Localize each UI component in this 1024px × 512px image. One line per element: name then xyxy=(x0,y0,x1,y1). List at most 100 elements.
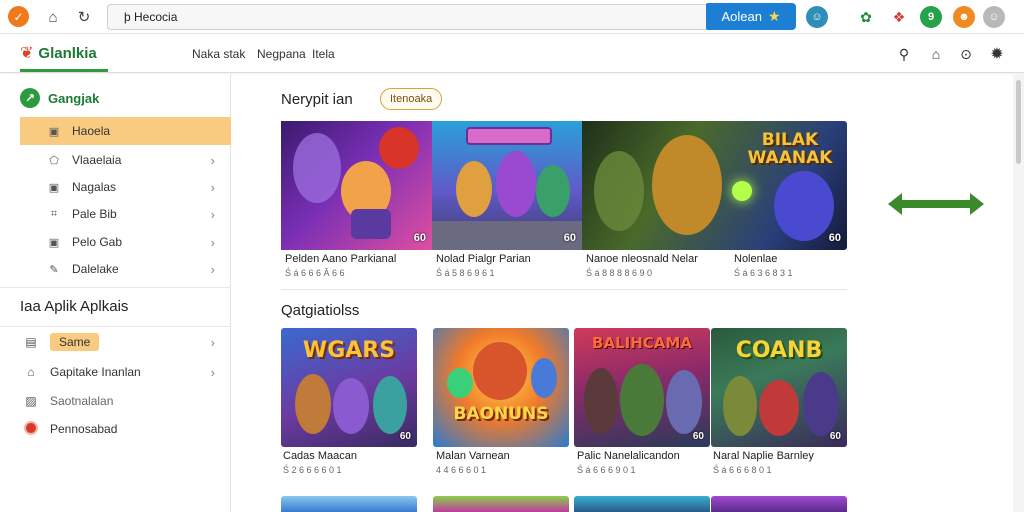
sidebar-section-item-1[interactable]: ▤ Same › xyxy=(20,330,231,354)
section-item-label: Pennosabad xyxy=(50,422,118,436)
user-avatar[interactable]: ☺ xyxy=(983,6,1005,28)
gamepad-icon: ↗ xyxy=(20,88,40,108)
card-name-2[interactable]: Malan Varnean xyxy=(436,450,510,462)
game-card-1[interactable]: WGARS 60 xyxy=(281,328,417,447)
featured-meta-1: Ś á 6 6 6 Â 6 6 xyxy=(285,268,345,278)
settings-icon[interactable]: ⊙ xyxy=(957,45,975,63)
featured-tag[interactable]: Itenoaka xyxy=(380,88,443,110)
chevron-right-icon: › xyxy=(210,234,215,250)
chevron-right-icon: › xyxy=(210,261,215,277)
scrollbar-thumb[interactable] xyxy=(1016,80,1021,164)
chevron-right-icon: › xyxy=(210,206,215,222)
card-title-art: BALIHCAMA xyxy=(592,334,692,352)
section-item-pill: Same xyxy=(50,333,100,351)
sidebar-item-5[interactable]: ▣ Pelo Gab › xyxy=(20,228,231,256)
sidebar-item-4[interactable]: ⌗ Pale Bib › xyxy=(20,200,231,228)
sidebar-section-item-2[interactable]: ⌂ Gapitake Inanlan › xyxy=(20,360,231,384)
banner-badge: 60 xyxy=(563,232,576,244)
nav-item-3[interactable]: Itela xyxy=(312,47,335,61)
extension-check-icon[interactable]: 9 xyxy=(920,6,942,28)
card-name-4[interactable]: Naral Naplie Barnley xyxy=(713,450,814,462)
reload-icon[interactable]: ↻ xyxy=(74,7,94,27)
square-icon: ▣ xyxy=(48,236,60,249)
game-card-row3-4[interactable] xyxy=(711,496,847,512)
search-icon[interactable]: ⚲ xyxy=(895,45,913,63)
square-icon: ▣ xyxy=(48,125,60,138)
featured-meta-2: Ś á 5 8 6 9 6 1 xyxy=(436,268,495,278)
featured-name-4[interactable]: Nolenlae xyxy=(734,253,777,265)
card-badge: 60 xyxy=(829,431,841,442)
nav-item-1[interactable]: Naka stak xyxy=(192,47,245,61)
game-card-row3-1[interactable] xyxy=(281,496,417,512)
sidebar-divider xyxy=(0,326,231,327)
banner-badge: 60 xyxy=(413,232,426,244)
profile-avatar[interactable]: ☺ xyxy=(806,6,828,28)
brand-leaf-icon: ❦ xyxy=(20,45,34,62)
featured-meta-4: Ś á 6 3 6 8 3 1 xyxy=(734,268,793,278)
sidebar-section-item-4[interactable]: Pennosabad xyxy=(20,417,231,441)
sidebar: ↗ Gangjak ▣ Haoela ⬠ Vlaaelaia › ▣ Nagal… xyxy=(0,74,231,512)
sidebar-item-6[interactable]: ✎ Dalelake › xyxy=(20,255,231,283)
sidebar-item-2[interactable]: ⬠ Vlaaelaia › xyxy=(20,146,231,174)
pencil-icon: ✎ xyxy=(49,263,59,276)
chevron-right-icon: › xyxy=(210,334,215,350)
section-item-label: Saotnalalan xyxy=(50,394,114,408)
brand-underline xyxy=(20,69,108,72)
featured-banner-3[interactable]: BILAK WAANAK 60 xyxy=(582,121,847,250)
featured-name-2[interactable]: Nolad Pialgr Parian xyxy=(436,253,531,265)
game-card-2[interactable]: BAONUNS xyxy=(433,328,569,447)
sidebar-item-label: Vlaaelaia xyxy=(72,153,122,167)
extension-leaf-icon[interactable]: ✿ xyxy=(855,6,877,28)
featured-meta-3: Ś á 8 8 8 8 6 9 0 xyxy=(586,268,653,278)
sidebar-item-label: Haoela xyxy=(72,124,111,138)
sidebar-item-label: Dalelake xyxy=(72,262,119,276)
sidebar-section-title: Iaa Aplik Aplkais xyxy=(20,298,129,315)
card-title-art: BAONUNS xyxy=(453,404,549,424)
featured-banner-2[interactable]: 60 xyxy=(432,121,582,250)
featured-banner-1[interactable]: 60 xyxy=(281,121,432,250)
sidebar-section-item-3[interactable]: ▨ Saotnalalan xyxy=(20,389,231,413)
nav-item-2[interactable]: Negpana xyxy=(257,47,306,61)
featured-title: Nerypit ian xyxy=(281,91,353,108)
tag-icon: ⌗ xyxy=(50,207,58,220)
brand-name: Glanlkia xyxy=(38,44,97,62)
banner-badge: 60 xyxy=(828,232,841,244)
featured-name-3[interactable]: Nanoe nleosnald Nelar xyxy=(586,253,698,265)
pentagon-icon: ⬠ xyxy=(49,154,59,167)
game-card-3[interactable]: BALIHCAMA 60 xyxy=(574,328,710,447)
search-button-label: Aolean xyxy=(721,9,762,24)
game-card-row3-3[interactable] xyxy=(574,496,710,512)
game-card-row3-2[interactable] xyxy=(433,496,569,512)
card-meta-4: Ś á 6 6 6 8 0 1 xyxy=(713,465,772,475)
search-button[interactable]: Aolean ★ xyxy=(706,3,796,30)
browser-logo-icon[interactable]: ✓ xyxy=(8,6,29,27)
square-icon: ▣ xyxy=(48,181,60,194)
site-brand[interactable]: ❦ Glanlkia xyxy=(20,43,97,63)
home-icon[interactable]: ⌂ xyxy=(43,7,63,27)
sidebar-item-3[interactable]: ▣ Nagalas › xyxy=(20,173,231,201)
url-input[interactable]: þ Hecocia xyxy=(107,4,707,30)
site-header: ❦ Glanlkia Naka stak Negpana Itela ⚲ ⌂ ⊙… xyxy=(0,35,1024,73)
gear-icon[interactable]: ✹ xyxy=(988,45,1006,63)
game-card-4[interactable]: COANB 60 xyxy=(711,328,847,447)
browser-toolbar: ✓ ⌂ ↻ þ Hecocia Aolean ★ ☺ ✿ ❖ 9 ☻ ☺ xyxy=(0,0,1024,34)
banner-title-art: BILAK WAANAK xyxy=(747,130,833,168)
store-icon[interactable]: ⌂ xyxy=(927,45,945,63)
card-name-3[interactable]: Palic Nanelalicandon xyxy=(577,450,680,462)
card-title-art: WGARS xyxy=(302,338,396,363)
carousel-arrow-icon[interactable] xyxy=(888,193,984,215)
chevron-right-icon: › xyxy=(210,179,215,195)
featured-name-1[interactable]: Pelden Aano Parkianal xyxy=(285,253,396,265)
section-item-label: Gapitake Inanlan xyxy=(50,365,141,379)
sidebar-title-label: Gangjak xyxy=(48,90,100,106)
card-meta-3: Ś á 6 6 6 9 0 1 xyxy=(577,465,636,475)
sidebar-item-1[interactable]: ▣ Haoela xyxy=(20,117,231,145)
card-title-art: COANB xyxy=(735,338,823,363)
chevron-right-icon: › xyxy=(210,152,215,168)
card-name-1[interactable]: Cadas Maacan xyxy=(283,450,357,462)
extension-badge-icon[interactable]: ☻ xyxy=(953,6,975,28)
extension-gift-icon[interactable]: ❖ xyxy=(888,6,910,28)
page-scrollbar[interactable] xyxy=(1013,74,1024,512)
sidebar-title[interactable]: ↗ Gangjak xyxy=(20,88,99,108)
categories-title: Qatgiatiolss xyxy=(281,302,360,319)
